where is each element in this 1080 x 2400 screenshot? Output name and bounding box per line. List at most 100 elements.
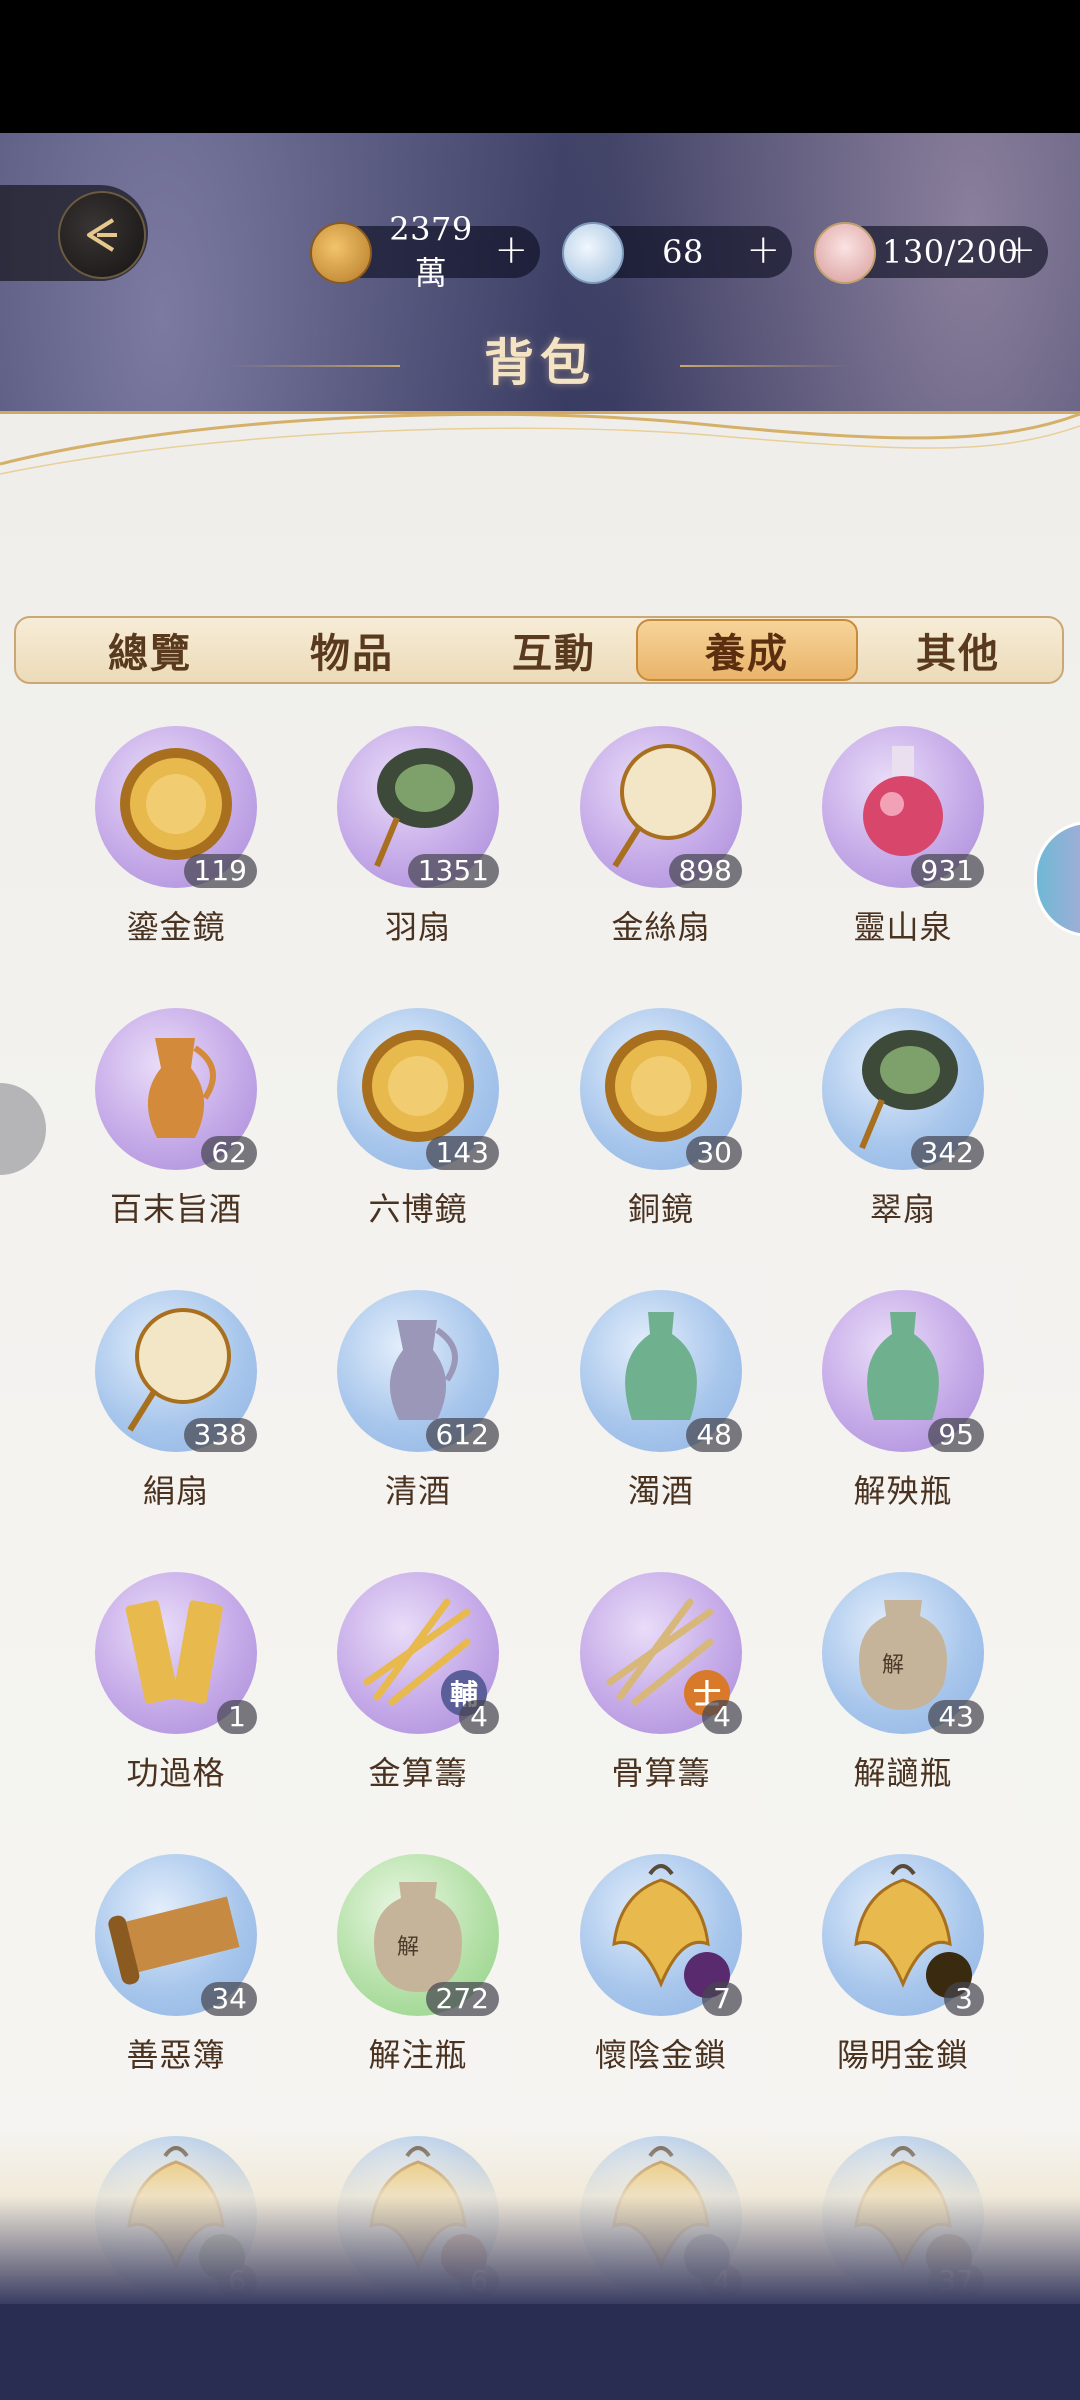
item-slot[interactable]: 62 百末旨酒 (60, 1008, 260, 1248)
item-count: 612 (425, 1418, 499, 1452)
add-stamina-button[interactable]: + (1002, 230, 1036, 270)
item-bubble: 解 43 (822, 1572, 984, 1734)
item-count: 48 (686, 1418, 742, 1452)
stamina-value: 130/200 (882, 233, 1019, 271)
item-name: 解注瓶 (368, 2036, 468, 2074)
item-count: 4 (459, 1700, 499, 1734)
currency-coin: 2379萬 + (310, 210, 540, 292)
back-button[interactable] (0, 185, 148, 281)
item-count: 1 (217, 1700, 257, 1734)
item-name: 羽扇 (384, 908, 451, 946)
item-count: 898 (668, 854, 742, 888)
item-name: 濁酒 (627, 1472, 694, 1510)
title-bar: 背包 (0, 323, 1080, 403)
bottom-fade (0, 2124, 1080, 2304)
item-count: 7 (702, 1982, 742, 2016)
coin-value: 2379萬 (389, 210, 473, 292)
back-arrow-icon (58, 191, 146, 279)
game-screen: 2379萬 + 68 + 130/200 + 背包 總覽 物品 互動 養成 其他… (0, 133, 1080, 2400)
item-name: 銅鏡 (627, 1190, 694, 1228)
item-name: 功過格 (126, 1754, 226, 1792)
item-name: 鎏金鏡 (126, 908, 226, 946)
item-slot[interactable]: 34 善惡簿 (60, 1854, 260, 2094)
item-name: 解殃瓶 (853, 1472, 953, 1510)
item-slot[interactable]: 342 翠扇 (787, 1008, 987, 1248)
item-slot[interactable]: 30 銅鏡 (545, 1008, 745, 1248)
item-bubble: 342 (822, 1008, 984, 1170)
item-name: 絹扇 (142, 1472, 209, 1510)
item-count: 119 (183, 854, 257, 888)
item-name: 解讁瓶 (853, 1754, 953, 1792)
item-count: 143 (425, 1136, 499, 1170)
item-count: 95 (928, 1418, 984, 1452)
item-slot[interactable]: 931 靈山泉 (787, 726, 987, 966)
item-slot[interactable]: 143 六博鏡 (302, 1008, 502, 1248)
item-count: 30 (686, 1136, 742, 1170)
item-bubble: 1 (95, 1572, 257, 1734)
item-slot[interactable]: 7 懷陰金鎖 (545, 1854, 745, 2094)
item-bubble: 士4 (580, 1572, 742, 1734)
item-name: 善惡簿 (126, 2036, 226, 2074)
item-count: 4 (702, 1700, 742, 1734)
stamina-bowl-icon (814, 222, 876, 284)
jade-value: 68 (662, 233, 704, 271)
item-bubble: 1351 (337, 726, 499, 888)
item-bubble: 143 (337, 1008, 499, 1170)
inventory-panel: 總覽 物品 互動 養成 其他 119 鎏金鏡 1351 羽扇 898 金絲扇 931 靈山泉 6… (0, 411, 1080, 2304)
item-bubble: 34 (95, 1854, 257, 2016)
currency-jade: 68 + (562, 222, 792, 284)
item-slot[interactable]: 119 鎏金鏡 (60, 726, 260, 966)
add-coin-button[interactable]: + (494, 230, 528, 270)
item-count: 3 (944, 1982, 984, 2016)
item-count: 931 (910, 854, 984, 888)
copper-coin-icon (310, 222, 372, 284)
item-name: 金算籌 (368, 1754, 468, 1792)
item-bubble: 119 (95, 726, 257, 888)
item-bubble: 931 (822, 726, 984, 888)
currency-stamina: 130/200 + (814, 222, 1048, 284)
item-bubble: 30 (580, 1008, 742, 1170)
item-slot[interactable]: 48 濁酒 (545, 1290, 745, 1530)
item-slot[interactable]: 士 4 骨算籌 (545, 1572, 745, 1812)
item-count: 338 (183, 1418, 257, 1452)
item-name: 懷陰金鎖 (594, 2036, 727, 2074)
item-bubble: 解 272 (337, 1854, 499, 2016)
svg-text:解: 解 (882, 1653, 904, 1678)
svg-text:解: 解 (397, 1935, 419, 1960)
item-slot[interactable]: 輔 4 金算籌 (302, 1572, 502, 1812)
item-bubble: 338 (95, 1290, 257, 1452)
item-name: 清酒 (384, 1472, 451, 1510)
item-count: 43 (928, 1700, 984, 1734)
item-count: 342 (910, 1136, 984, 1170)
item-slot[interactable]: 解 43 解讁瓶 (787, 1572, 987, 1812)
item-bubble: 48 (580, 1290, 742, 1452)
item-bubble: 3 (822, 1854, 984, 2016)
page-title: 背包 (484, 333, 596, 392)
item-slot[interactable]: 898 金絲扇 (545, 726, 745, 966)
item-bubble: 輔4 (337, 1572, 499, 1734)
item-slot[interactable]: 1 功過格 (60, 1572, 260, 1812)
item-slot[interactable]: 95 解殃瓶 (787, 1290, 987, 1530)
item-bubble: 95 (822, 1290, 984, 1452)
item-bubble: 62 (95, 1008, 257, 1170)
item-count: 62 (201, 1136, 257, 1170)
item-count: 272 (425, 1982, 499, 2016)
item-grid: 119 鎏金鏡 1351 羽扇 898 金絲扇 931 靈山泉 62 百末旨酒 143 六博鏡 30 銅鏡… (0, 414, 1080, 2314)
item-slot[interactable]: 612 清酒 (302, 1290, 502, 1530)
item-count: 34 (201, 1982, 257, 2016)
item-name: 金絲扇 (611, 908, 711, 946)
item-bubble: 612 (337, 1290, 499, 1452)
item-slot[interactable]: 3 陽明金鎖 (787, 1854, 987, 2094)
item-bubble: 7 (580, 1854, 742, 2016)
item-name: 靈山泉 (853, 908, 953, 946)
add-jade-button[interactable]: + (746, 230, 780, 270)
item-slot[interactable]: 338 絹扇 (60, 1290, 260, 1530)
item-slot[interactable]: 1351 羽扇 (302, 726, 502, 966)
item-count: 1351 (407, 854, 499, 888)
item-bubble: 898 (580, 726, 742, 888)
item-name: 六博鏡 (368, 1190, 468, 1228)
jade-orb-icon (562, 222, 624, 284)
item-name: 骨算籌 (611, 1754, 711, 1792)
item-slot[interactable]: 解 272 解注瓶 (302, 1854, 502, 2094)
item-name: 陽明金鎖 (836, 2036, 969, 2074)
